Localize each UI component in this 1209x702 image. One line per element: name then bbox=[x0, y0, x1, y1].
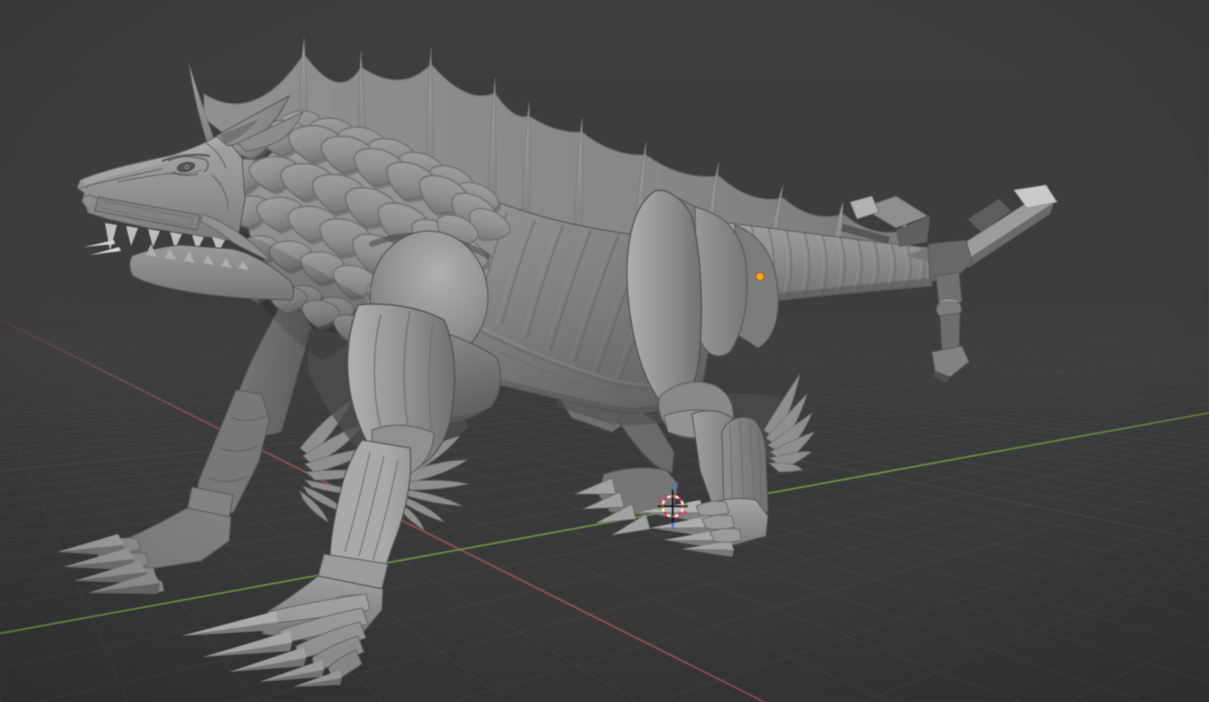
3d-viewport[interactable] bbox=[0, 0, 1209, 702]
vignette bbox=[0, 0, 1209, 702]
viewport-canvas bbox=[0, 0, 1209, 702]
